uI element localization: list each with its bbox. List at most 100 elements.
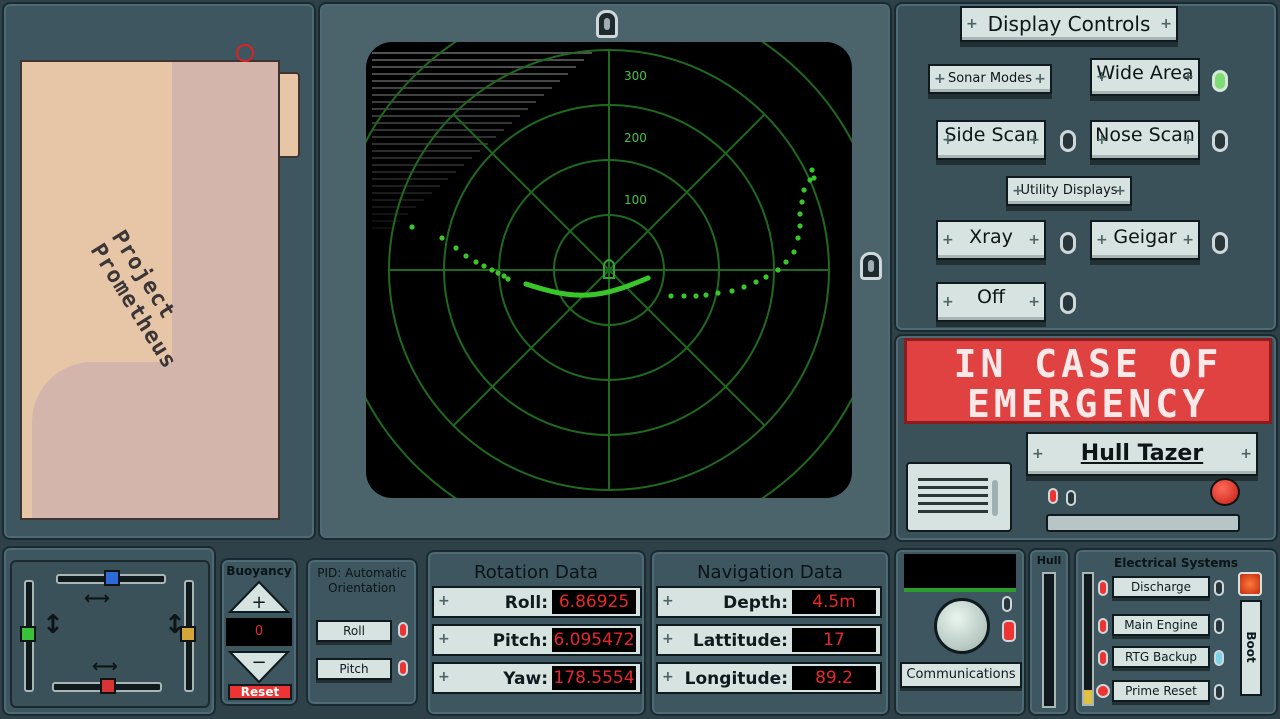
rotation-title: Rotation Data <box>474 562 598 583</box>
reset-button[interactable]: Reset <box>228 684 292 700</box>
communications-button[interactable]: Communications <box>900 662 1022 688</box>
roll-row: + Roll: 6.86925 <box>432 586 642 618</box>
electrical-title: Electrical Systems <box>1114 556 1238 570</box>
hull-tazer-button[interactable]: Hull Tazer <box>1026 432 1258 476</box>
plus-icon: + <box>251 592 266 613</box>
up-down-arrow-icon: ↕ <box>42 610 64 640</box>
comms-status-indicator <box>1002 596 1012 612</box>
utility-displays-label: Utility Displays <box>1006 176 1132 206</box>
sonar-contact-point <box>801 187 807 193</box>
buoyancy-value: 0 <box>226 618 292 646</box>
left-right-arrow-icon: ⟷ <box>84 588 110 609</box>
sonar-display: 300 200 100 <box>333 0 885 546</box>
sonar-contact-point <box>741 284 747 290</box>
map-tab[interactable] <box>280 72 300 158</box>
scan-line <box>372 199 424 201</box>
buoyancy-down-button[interactable]: − <box>228 650 290 684</box>
range-label-100: 100 <box>624 193 647 207</box>
wide-area-button[interactable]: Wide Area <box>1090 58 1200 96</box>
left-right-arrow-icon-bottom: ⟷ <box>92 656 118 677</box>
minus-icon: − <box>251 652 266 673</box>
emergency-sign-line2: EMERGENCY <box>967 382 1209 426</box>
xray-button[interactable]: Xray <box>936 220 1046 260</box>
sonar-contact-point <box>729 288 735 294</box>
sonar-contact-point <box>505 276 511 282</box>
scan-line <box>372 213 408 215</box>
rotation-panel: Rotation Data + Roll: 6.86925 + Pitch: 6.095… <box>426 550 646 716</box>
sonar-modes-label: Sonar Modes <box>928 64 1052 94</box>
yaw-value: 178.5554 <box>552 666 636 690</box>
latitude-value: 17 <box>792 628 876 652</box>
side-scan-button[interactable]: Side Scan <box>936 120 1046 160</box>
depth-value: 4.5m <box>792 590 876 614</box>
tazer-charge-slider[interactable] <box>1046 514 1240 532</box>
scan-line <box>372 115 520 117</box>
map-terrain-lower <box>32 362 172 518</box>
sonar-contact-point <box>791 249 797 255</box>
sonar-contact-point <box>681 293 687 299</box>
scan-line <box>372 87 552 89</box>
pid-roll-button[interactable]: Roll <box>316 620 392 642</box>
top-knob-icon[interactable] <box>596 10 618 38</box>
prime-reset-indicator <box>1214 684 1224 700</box>
pid-title: PID: Automatic Orientation <box>317 566 407 595</box>
sonar-contact-point <box>783 259 789 265</box>
sonar-contact-point <box>775 267 781 273</box>
scan-line <box>372 164 464 166</box>
sonar-contact-point <box>797 223 803 229</box>
longitude-value: 89.2 <box>792 666 876 690</box>
sonar-contact-point <box>795 235 801 241</box>
power-gauge <box>1082 572 1094 706</box>
scan-line <box>372 73 568 75</box>
pid-pitch-button[interactable]: Pitch <box>316 658 392 680</box>
buoyancy-title: Buoyancy <box>226 564 292 578</box>
sonar-contact-point <box>811 175 817 181</box>
depth-row: + Depth: 4.5m <box>656 586 882 618</box>
scan-line <box>372 150 480 152</box>
boot-button[interactable]: Boot <box>1240 600 1262 696</box>
map-terrain <box>172 62 278 518</box>
left-vertical-handle[interactable] <box>20 626 36 642</box>
sonar-contact-point <box>703 292 709 298</box>
discharge-button[interactable]: Discharge <box>1112 576 1210 598</box>
side-knob-icon[interactable] <box>860 252 882 280</box>
nose-scan-button[interactable]: Nose Scan <box>1090 120 1200 160</box>
top-horizontal-handle[interactable] <box>104 570 120 586</box>
main-engine-button[interactable]: Main Engine <box>1112 614 1210 636</box>
display-controls-title: Display Controls <box>960 6 1178 42</box>
tazer-armed-indicator <box>1048 488 1058 504</box>
prime-reset-indicator-left <box>1096 684 1110 698</box>
yaw-row: + Yaw: 178.5554 <box>432 662 642 694</box>
map-paper[interactable]: Project Prometheus <box>20 60 280 520</box>
comms-dial-icon[interactable] <box>934 598 990 654</box>
bottom-horizontal-handle[interactable] <box>100 678 116 694</box>
scan-line <box>372 220 400 222</box>
longitude-label: Longitude: <box>684 669 788 689</box>
rtg-backup-button[interactable]: RTG Backup <box>1112 646 1210 668</box>
off-button[interactable]: Off <box>936 282 1046 322</box>
scan-line <box>372 101 536 103</box>
boot-light-icon <box>1238 572 1262 596</box>
sonar-screen: 300 200 100 <box>333 0 885 546</box>
pitch-label: Pitch: <box>492 631 548 651</box>
emergency-sign: IN CASE OF EMERGENCY <box>904 338 1272 424</box>
buoyancy-panel: Buoyancy + 0 − Reset <box>220 558 298 706</box>
roll-label: Roll: <box>504 593 548 613</box>
buoyancy-up-button[interactable]: + <box>228 580 290 614</box>
emergency-sign-line1: IN CASE OF <box>953 342 1223 386</box>
prime-reset-button[interactable]: Prime Reset <box>1112 680 1210 702</box>
geigar-button[interactable]: Geigar <box>1090 220 1200 260</box>
map-panel: Project Prometheus <box>2 2 316 540</box>
sonar-contact-point <box>799 199 805 205</box>
comms-alert-indicator <box>1002 620 1016 642</box>
scan-line <box>372 108 528 110</box>
sonar-contact-point <box>809 167 815 173</box>
pid-pitch-indicator <box>398 660 408 676</box>
trim-panel: ⟷ ⟷ ↕ ↕ <box>2 546 216 716</box>
speaker-icon <box>906 462 1012 532</box>
sonar-contact-point <box>753 279 759 285</box>
tazer-fire-button[interactable] <box>1210 478 1240 506</box>
scan-line <box>372 59 584 61</box>
latitude-label: Lattitude: <box>692 631 788 651</box>
trim-frame: ⟷ ⟷ ↕ ↕ <box>10 560 210 708</box>
